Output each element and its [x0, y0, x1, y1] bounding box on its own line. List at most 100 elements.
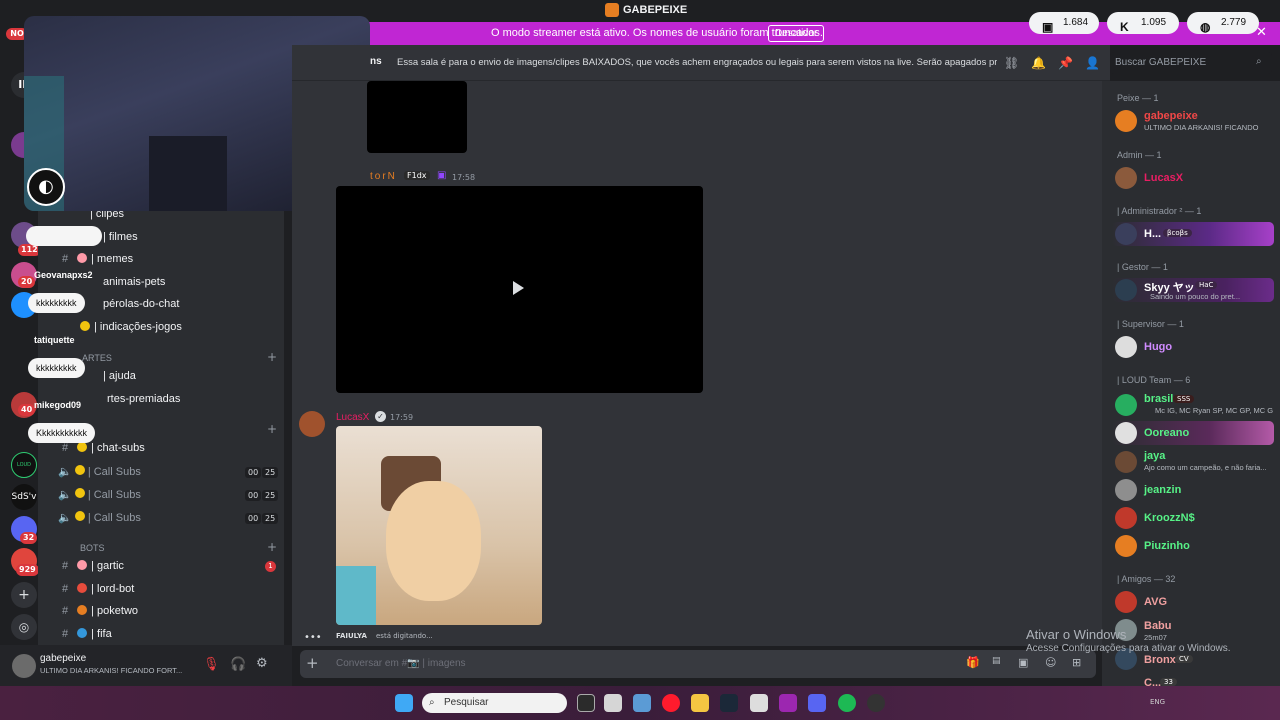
channel-chat-subs[interactable]: # | chat-subs — [62, 442, 145, 462]
channel-perolas-do-chat[interactable]: pérolas-do-chat — [103, 298, 179, 318]
members-icon[interactable]: 👤 — [1085, 56, 1100, 70]
add-channel-icon[interactable]: + — [267, 350, 277, 364]
avatar[interactable] — [12, 654, 36, 678]
member-group-title: | Administrador ² — 1 — [1117, 206, 1202, 216]
channel-clipes[interactable]: | clipes — [90, 208, 124, 228]
voice-channel-call-subs[interactable]: 🔈 | Call Subs — [58, 465, 141, 478]
bell-icon[interactable]: 🔔 — [1031, 56, 1046, 70]
typing-user: FAIULYA — [336, 632, 367, 640]
hash-icon: # — [62, 560, 69, 572]
member-name[interactable]: H... — [1144, 228, 1161, 240]
avatar[interactable] — [1115, 167, 1137, 189]
member-name[interactable]: jaya — [1144, 450, 1165, 462]
member-name[interactable]: Bronx — [1144, 654, 1176, 666]
channel-artes-premiadas[interactable]: rtes-premiadas — [107, 393, 180, 413]
mute-icon[interactable]: 🎙 — [203, 657, 220, 672]
message-author[interactable]: torN — [370, 171, 397, 182]
message-time: 17:58 — [452, 173, 476, 182]
channel-poketwo[interactable]: # | poketwo — [62, 605, 138, 625]
avatar[interactable] — [1115, 336, 1137, 358]
gift-icon[interactable]: 🎁 — [966, 656, 980, 669]
server-sdsv[interactable]: SdS'v — [11, 484, 37, 510]
sticker-icon[interactable]: ▣ — [1018, 656, 1028, 669]
speaker-icon: 🔈 — [58, 512, 72, 524]
member-name[interactable]: AVG — [1144, 596, 1167, 608]
typing-indicator-icon: ••• — [304, 632, 322, 643]
channel-filmes[interactable]: | filmes — [103, 231, 138, 251]
avatar[interactable] — [1115, 422, 1137, 444]
voice-channel-call-subs[interactable]: 🔈 | Call Subs — [58, 511, 141, 524]
add-server-icon[interactable]: + — [11, 582, 37, 608]
channel-animais-pets[interactable]: animais-pets — [103, 276, 165, 296]
avatar[interactable] — [1115, 110, 1137, 132]
category-artes[interactable]: ARTES — [82, 353, 112, 363]
member-name[interactable]: Hugo — [1144, 341, 1172, 353]
avatar[interactable] — [1115, 591, 1137, 613]
category-bots[interactable]: BOTS — [80, 543, 105, 553]
search-input[interactable]: Buscar GABEPEIXE ⌕ — [1110, 52, 1272, 74]
voice-channel-call-subs[interactable]: 🔈 | Call Subs — [58, 488, 141, 501]
apps-icon[interactable]: ⊞ — [1072, 656, 1081, 669]
message-author[interactable]: LucasX — [336, 412, 369, 423]
avatar[interactable] — [299, 411, 325, 437]
app-icon[interactable] — [633, 694, 651, 712]
discord-icon[interactable] — [808, 694, 826, 712]
member-group-title: | Supervisor — 1 — [1117, 319, 1184, 329]
member-name[interactable]: Ooreano — [1144, 427, 1189, 439]
avatar[interactable] — [1115, 507, 1137, 529]
avatar[interactable] — [1115, 479, 1137, 501]
app-icon[interactable] — [867, 694, 885, 712]
threads-icon[interactable]: ⛓ — [1004, 56, 1019, 70]
video-attachment[interactable] — [367, 81, 467, 153]
voice-count: 00 — [245, 490, 262, 501]
member-name[interactable]: brasil — [1144, 393, 1173, 405]
channel-lord-bot[interactable]: # | lord-bot — [62, 583, 134, 603]
avatar[interactable] — [1115, 223, 1137, 245]
stream-chat-user: mikegod09 — [34, 400, 82, 410]
steam-icon[interactable] — [720, 694, 738, 712]
message-input[interactable]: Conversar em #📷 | imagens — [336, 658, 466, 669]
avatar[interactable] — [1115, 451, 1137, 473]
video-attachment[interactable] — [336, 186, 703, 393]
disable-streamer-mode-button[interactable]: Desativar — [768, 25, 825, 42]
add-channel-icon[interactable]: + — [267, 540, 277, 554]
hamster-image[interactable] — [336, 426, 542, 625]
headphones-icon[interactable]: 🎧 — [230, 657, 246, 672]
emoji-icon[interactable]: ☺ — [1045, 656, 1056, 669]
gear-icon[interactable]: ⚙ — [256, 656, 268, 671]
member-name[interactable]: LucasX — [1144, 172, 1183, 184]
channel-ajuda[interactable]: | ajuda — [103, 370, 136, 390]
taskbar-search[interactable]: ⌕ Pesquisar — [422, 693, 567, 713]
app-icon[interactable] — [604, 694, 622, 712]
spotify-icon[interactable] — [838, 694, 856, 712]
member-name[interactable]: KroozzN$ — [1144, 512, 1195, 524]
window-title: GABEPEIXE — [623, 4, 688, 16]
member-name[interactable]: Babu — [1144, 620, 1172, 632]
file-explorer-icon[interactable] — [691, 694, 709, 712]
server-loud[interactable]: LOUD — [11, 452, 37, 478]
channel-topic[interactable]: Essa sala é para o envio de imagens/clip… — [397, 57, 997, 68]
channel-gartic[interactable]: # | gartic — [62, 560, 124, 580]
member-name[interactable]: jeanzin — [1144, 484, 1181, 496]
avatar[interactable] — [1115, 394, 1137, 416]
gif-icon[interactable]: ▤ — [992, 656, 1001, 666]
user-status: ULTIMO DIA ARKANIS! FICANDO FORT... — [40, 666, 183, 675]
channel-indicacoes-jogos[interactable]: | indicações-jogos — [80, 321, 182, 341]
member-name[interactable]: Piuzinho — [1144, 540, 1190, 552]
explore-icon[interactable]: ◎ — [11, 614, 37, 640]
language-indicator[interactable]: ENG — [1150, 698, 1165, 706]
windows-start-icon[interactable] — [395, 694, 413, 712]
add-channel-icon[interactable]: + — [267, 422, 277, 436]
app-icon[interactable] — [750, 694, 768, 712]
play-icon[interactable] — [513, 281, 524, 295]
app-icon[interactable] — [779, 694, 797, 712]
member-group-title: | LOUD Team — 6 — [1117, 375, 1191, 385]
opera-icon[interactable] — [662, 694, 680, 712]
task-view-icon[interactable] — [577, 694, 595, 712]
avatar[interactable] — [1115, 279, 1137, 301]
pin-icon[interactable]: 📌 — [1058, 56, 1073, 70]
message-composer[interactable]: + Conversar em #📷 | imagens 🎁 ▤ ▣ ☺ ⊞ — [300, 650, 1096, 678]
add-attachment-icon[interactable]: + — [306, 654, 319, 672]
avatar[interactable] — [1115, 535, 1137, 557]
member-name[interactable]: gabepeixe — [1144, 110, 1198, 122]
